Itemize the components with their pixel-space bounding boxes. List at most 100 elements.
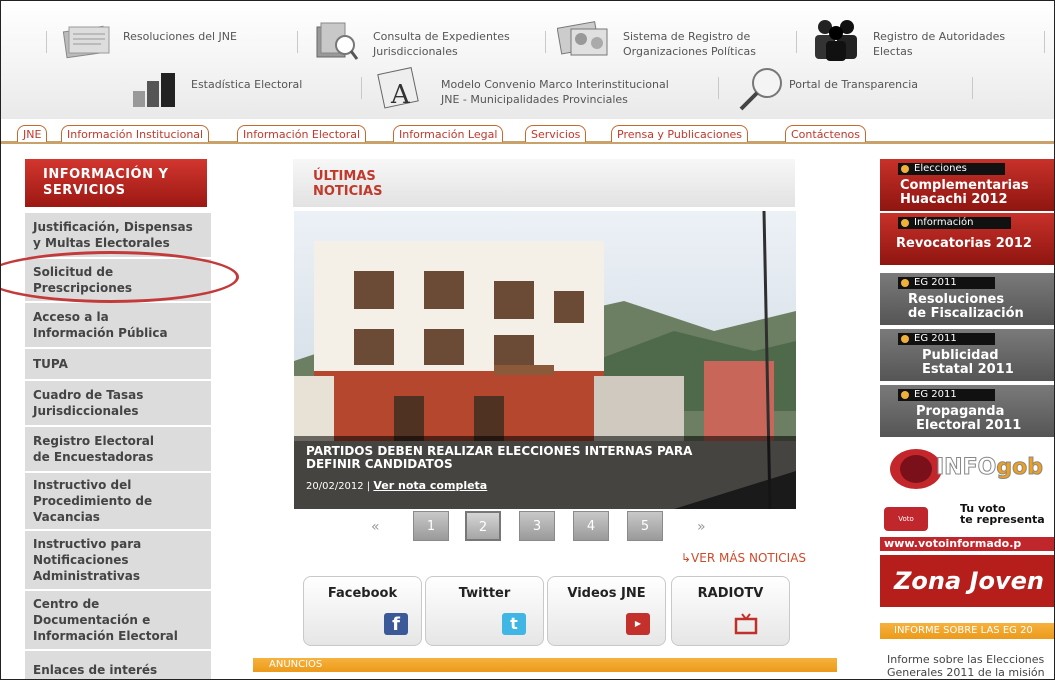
banner-infogob[interactable]: INFOgob <box>880 443 1054 493</box>
page-button-2[interactable]: 2 <box>465 511 501 541</box>
top-link-registro[interactable]: Registro de Autoridades Electas <box>873 29 1005 59</box>
twitter-button[interactable]: Twitter t <box>425 576 544 646</box>
top-link-resoluciones[interactable]: Resoluciones del JNE <box>123 29 237 44</box>
facebook-label: Facebook <box>327 586 398 601</box>
news-headline-line2: DEFINIR CANDIDATOS <box>306 457 453 471</box>
menu-item-line: Instructivo del <box>33 478 132 492</box>
page-button-3[interactable]: 3 <box>519 511 555 541</box>
banner-title-line1: Resoluciones <box>908 292 1005 307</box>
menu-item-line: Justificación, Dispensas <box>33 220 193 234</box>
menu-item-registro-encuestadoras[interactable]: Registro Electoral de Encuestadoras <box>25 427 211 473</box>
banner-zona-joven[interactable]: Zona Joven <box>880 555 1054 607</box>
magnifier-icon[interactable] <box>735 65 787 111</box>
menu-item-line: de Encuestadoras <box>33 450 154 464</box>
top-link-registro-line2: Electas <box>873 45 913 58</box>
separator <box>545 31 546 53</box>
menu-item-line: Información Electoral <box>33 629 178 643</box>
videos-jne-label: Videos JNE <box>567 586 646 601</box>
separator <box>297 31 298 53</box>
tv-icon <box>734 613 758 635</box>
voto-tagline-line2: te representa <box>960 513 1045 526</box>
tab-contactenos[interactable]: Contáctenos <box>785 125 866 142</box>
browser-page: Resoluciones del JNE Consulta de Expedie… <box>0 0 1055 680</box>
next-arrow[interactable]: » <box>697 519 706 535</box>
documents-icon[interactable] <box>61 19 113 61</box>
agreement-document-icon[interactable]: A <box>377 65 427 111</box>
informe-text[interactable]: Informe sobre las Elecciones Generales 2… <box>887 653 1045 679</box>
menu-item-line: Instructivo para <box>33 537 142 551</box>
news-hero-image[interactable]: PARTIDOS DEBEN REALIZAR ELECCIONES INTER… <box>294 211 796 509</box>
menu-item-tupa[interactable]: TUPA <box>25 349 211 381</box>
menu-item-instructivo-notificaciones[interactable]: Instructivo para Notificaciones Administ… <box>25 531 211 591</box>
menu-item-line: Vacancias <box>33 510 100 524</box>
tab-informacion-legal[interactable]: Información Legal <box>393 125 504 142</box>
separator <box>796 31 797 53</box>
banner-title-line2: Electoral 2011 <box>916 418 1022 433</box>
top-link-sistema[interactable]: Sistema de Registro de Organizaciones Po… <box>623 29 756 59</box>
menu-item-line: Centro de <box>33 597 100 611</box>
banner-title: Propaganda Electoral 2011 <box>916 405 1021 433</box>
separator <box>46 31 47 53</box>
youtube-icon: ▶ <box>626 613 650 635</box>
banner-resoluciones-fiscalizacion[interactable]: EG 2011 Resoluciones de Fiscalización <box>880 273 1054 325</box>
banner-tag: Elecciones <box>898 163 1005 175</box>
banner-propaganda-electoral[interactable]: EG 2011 Propaganda Electoral 2011 <box>880 385 1054 437</box>
top-link-consulta-line1: Consulta de Expedientes <box>373 30 510 43</box>
tab-informacion-electoral[interactable]: Información Electoral <box>237 125 367 142</box>
news-headline[interactable]: PARTIDOS DEBEN REALIZAR ELECCIONES INTER… <box>306 445 692 471</box>
zona-joven-title: Zona Joven <box>894 567 1044 595</box>
banner-title: Publicidad Estatal 2011 <box>922 349 1014 377</box>
more-news-link[interactable]: ↳VER MÁS NOTICIAS <box>681 551 806 565</box>
banner-title: Revocatorias 2012 <box>896 236 1032 251</box>
tab-servicios[interactable]: Servicios <box>525 125 587 142</box>
top-link-modelo[interactable]: Modelo Convenio Marco Interinstitucional… <box>441 77 669 107</box>
svg-text:A: A <box>390 80 411 110</box>
twitter-icon: t <box>502 613 526 635</box>
menu-item-instructivo-vacancias[interactable]: Instructivo del Procedimiento de Vacanci… <box>25 473 211 531</box>
banner-voto-informado[interactable]: Voto informado Tu voto te representa www… <box>880 499 1054 551</box>
news-date: 20/02/2012 | <box>306 481 371 492</box>
previous-arrow[interactable]: « <box>371 519 380 535</box>
page-button-4[interactable]: 4 <box>573 511 609 541</box>
menu-item-enlaces[interactable]: Enlaces de interés <box>25 651 211 679</box>
separator <box>972 77 973 99</box>
radiotv-button[interactable]: RADIOTV <box>671 576 790 646</box>
banner-complementarias[interactable]: Elecciones Complementarias Huacachi 2012 <box>880 159 1054 211</box>
banner-title-line2: Huacachi 2012 <box>900 192 1008 207</box>
separator <box>1044 31 1045 53</box>
folder-search-icon[interactable] <box>313 19 359 61</box>
anuncios-bar: ANUNCIOS <box>253 658 837 672</box>
news-title-line1: ÚLTIMAS <box>313 169 376 184</box>
voto-tagline: Tu voto te representa <box>960 503 1045 525</box>
menu-item-acceso-informacion[interactable]: Acceso a la Información Pública <box>25 303 211 349</box>
bar-chart-icon[interactable] <box>129 69 181 109</box>
page-button-1[interactable]: 1 <box>413 511 449 541</box>
facebook-button[interactable]: Facebook f <box>303 576 422 646</box>
top-link-consulta-line2: Jurisdiccionales <box>373 45 458 58</box>
authorities-people-icon[interactable] <box>809 17 863 61</box>
banner-tag: EG 2011 <box>898 333 995 345</box>
informe-bar-label: INFORME SOBRE LAS EG 20 <box>894 625 1033 636</box>
menu-item-line: Administrativas <box>33 569 140 583</box>
menu-item-line: y Multas Electorales <box>33 236 170 250</box>
menu-item-centro-documentacion[interactable]: Centro de Documentación e Información El… <box>25 591 211 651</box>
page-button-5[interactable]: 5 <box>627 511 663 541</box>
banner-publicidad-estatal[interactable]: EG 2011 Publicidad Estatal 2011 <box>880 329 1054 381</box>
menu-item-cuadro-tasas[interactable]: Cuadro de Tasas Jurisdiccionales <box>25 381 211 427</box>
political-parties-icon[interactable] <box>557 17 609 59</box>
twitter-label: Twitter <box>458 586 511 601</box>
radiotv-label: RADIOTV <box>697 586 764 601</box>
top-link-consulta[interactable]: Consulta de Expedientes Jurisdiccionales <box>373 29 510 59</box>
top-link-estadistica[interactable]: Estadística Electoral <box>191 77 302 92</box>
banner-title-line1: Publicidad <box>922 348 999 363</box>
top-link-portal[interactable]: Portal de Transparencia <box>789 77 918 92</box>
tab-jne[interactable]: JNE <box>17 125 48 142</box>
banner-title: Complementarias Huacachi 2012 <box>900 179 1029 207</box>
banner-revocatorias[interactable]: Información Revocatorias 2012 <box>880 213 1054 265</box>
menu-item-line: Información Pública <box>33 326 168 340</box>
banner-tag: Información <box>898 217 1012 229</box>
tab-informacion-institucional[interactable]: Información Institucional <box>61 125 210 142</box>
videos-jne-button[interactable]: Videos JNE ▶ <box>547 576 666 646</box>
read-more-link[interactable]: Ver nota completa <box>373 479 487 492</box>
tab-prensa-publicaciones[interactable]: Prensa y Publicaciones <box>611 125 749 142</box>
